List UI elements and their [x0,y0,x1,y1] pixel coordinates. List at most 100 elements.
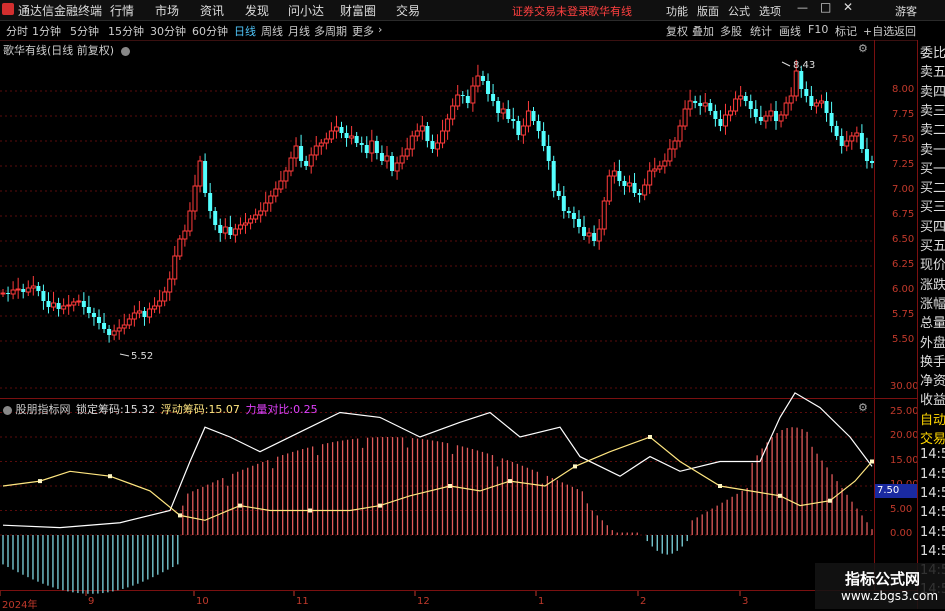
tool-f10[interactable]: F10 [808,23,828,36]
price-tick-label: 7.00 [892,184,915,195]
locked-chips-value: 15.32 [123,403,156,416]
close-icon[interactable]: ✕ [843,0,853,14]
candle-body-up [722,114,728,127]
power-ratio-label: 力量对比: [245,403,294,416]
candle-body-down [96,317,101,323]
candle-body-up [328,130,334,140]
period-5min[interactable]: 5分钟 [70,23,99,39]
login-status[interactable]: 证券交易未登录 [512,3,589,19]
side-panel-label[interactable]: 买五 [920,235,945,254]
period-15min[interactable]: 15分钟 [108,23,144,39]
period-60min[interactable]: 60分钟 [192,23,228,39]
candle-body-up [818,100,824,104]
side-panel-label[interactable]: 卖五 [920,61,945,80]
side-panel-label[interactable]: 买二 [920,177,945,196]
period-fenshi[interactable]: 分时 [6,23,28,39]
tool-huaxian[interactable]: 画线 [779,23,801,39]
candle-body-down [41,291,46,301]
quote-side-panel[interactable]: 委比 卖五 卖四 卖三 卖二 卖一 买一 买二 买三 买四 买五 现价 涨跌 涨幅 总量 外盘 换手 净资 收益 自动… [917,40,945,609]
menu-caifuquan[interactable]: 财富圈 [340,2,376,19]
side-panel-label[interactable]: 换手 [920,351,945,370]
menu-zixun[interactable]: 资讯 [200,2,224,19]
side-panel-label[interactable]: 涨跌 [920,274,945,293]
candle-body-down [304,161,309,166]
candle-body-down [804,89,809,96]
menu-wenxiaoda[interactable]: 问小达 [288,2,324,19]
candle-body-down [774,111,779,121]
period-1min[interactable]: 1分钟 [32,23,61,39]
side-panel-label[interactable]: 买四 [920,216,945,235]
tool-tongji[interactable]: 统计 [750,23,772,39]
period-monthly[interactable]: 月线 [288,23,310,39]
period-multi[interactable]: 多周期 [314,23,347,39]
indicator-settings-icon[interactable]: ⚙ [858,401,868,414]
float-chips-marker [308,508,312,513]
tool-biaoji[interactable]: 标记 [835,23,857,39]
side-panel-label[interactable]: 自动 [920,409,945,428]
menu-jiaoyi[interactable]: 交易 [396,2,420,19]
period-daily[interactable]: 日线 [234,23,256,39]
side-panel-label[interactable]: 卖四 [920,81,945,100]
menu-gongshi[interactable]: 公式 [728,3,750,19]
menu-faxian[interactable]: 发现 [245,2,269,19]
candle-body-down [718,119,723,126]
chevron-right-icon[interactable]: › [378,23,382,36]
menu-hangqing[interactable]: 行情 [110,2,134,19]
side-panel-label[interactable]: 外盘 [920,332,945,351]
side-panel-label[interactable]: 买一 [920,158,945,177]
indicator-options-icon[interactable] [3,405,12,415]
period-30min[interactable]: 30分钟 [150,23,186,39]
minimize-icon[interactable]: — [797,1,808,14]
menu-banmian[interactable]: 版面 [697,3,719,19]
candle-body-up [157,300,163,307]
side-panel-label[interactable]: 14:56 [920,544,945,559]
side-panel-label[interactable]: 卖三 [920,100,945,119]
chart-area[interactable]: 8.43 5.52 [0,40,917,609]
candle-body-up [728,110,734,116]
side-panel-label[interactable]: 涨幅 [920,293,945,312]
tool-back[interactable]: 返回 [894,23,916,39]
side-panel-label[interactable]: 收益 [920,389,945,408]
side-panel-label[interactable]: 卖一 [920,139,945,158]
side-panel-label[interactable]: 委比 [920,42,945,61]
candle-body-down [571,213,576,219]
user-label[interactable]: 游客 [895,3,917,19]
side-panel-label[interactable]: 14:56 [920,505,945,520]
side-panel-label[interactable]: 卖二 [920,119,945,138]
candle-body-down [870,161,874,163]
side-panel-label[interactable]: 买三 [920,196,945,215]
price-tick-label: 7.25 [892,159,915,170]
tool-add-favorite[interactable]: +自选 [863,23,894,39]
period-weekly[interactable]: 周线 [261,23,283,39]
side-panel-label[interactable]: 现价 [920,254,945,273]
side-panel-label[interactable]: 14:56 [920,467,945,482]
price-tick-label: 6.25 [892,259,915,270]
candle-body-down [344,133,349,138]
period-more[interactable]: 更多 [352,23,374,39]
candle-body-up [71,301,77,306]
side-panel-label[interactable]: 净资 [920,370,945,389]
candle-body-up [854,132,860,137]
menu-xuanxiang[interactable]: 选项 [759,3,781,19]
side-panel-label[interactable]: 14:56 [920,525,945,540]
side-panel-label[interactable]: 总量 [920,312,945,331]
side-panel-label[interactable]: 14:56 [920,447,945,462]
candle-body-down [637,193,642,195]
float-chips-marker [778,493,782,498]
tool-diejia[interactable]: 叠加 [692,23,714,39]
tool-duogu[interactable]: 多股 [720,23,742,39]
restore-icon[interactable]: □ [820,0,831,14]
chart-options-icon[interactable] [120,46,130,56]
candle-body-up [147,308,153,318]
menu-gongneng[interactable]: 功能 [666,3,688,19]
candle-body-up [258,210,264,216]
menu-shichang[interactable]: 市场 [155,2,179,19]
indicator-name[interactable]: 股朋指标网 [16,403,71,416]
candle-body-down [713,111,718,119]
period-toolbar: 分时 1分钟 5分钟 15分钟 30分钟 60分钟 日线 周线 月线 多周期 更… [0,21,945,41]
chart-settings-icon[interactable]: ⚙ [858,42,868,55]
title-bar: 通达信金融终端 行情 市场 资讯 发现 问小达 财富圈 交易 证券交易未登录 歌… [0,0,945,21]
side-panel-label[interactable]: 14:56 [920,486,945,501]
tool-fuquan[interactable]: 复权 [666,23,688,39]
side-panel-label[interactable]: 交易 [920,428,945,447]
